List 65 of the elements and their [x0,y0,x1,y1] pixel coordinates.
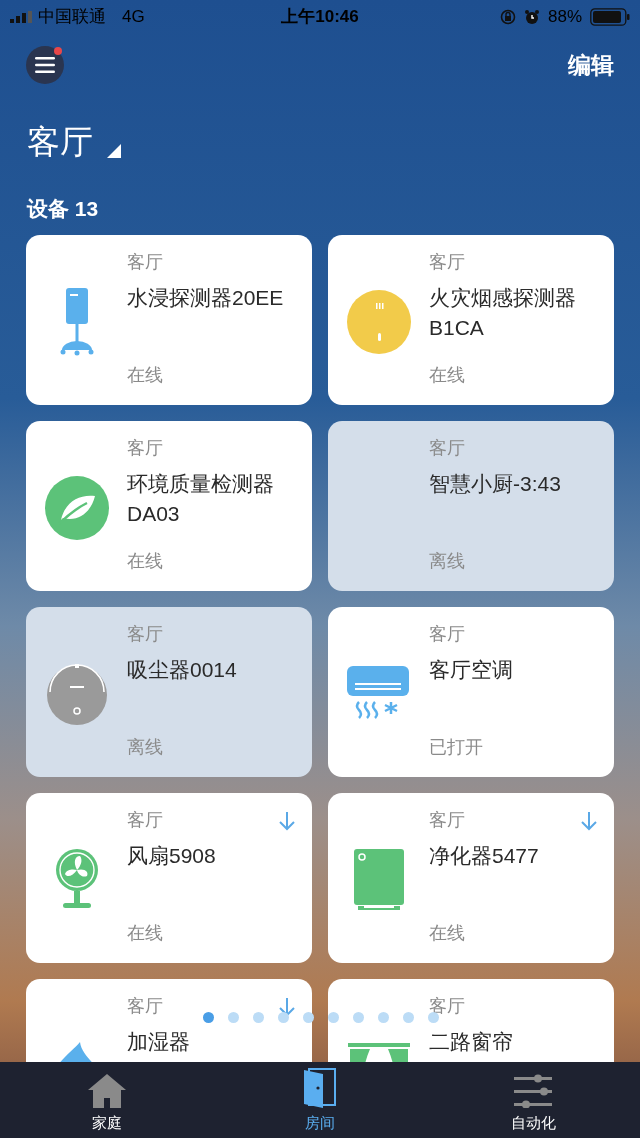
tab-button[interactable]: 房间 [213,1062,427,1138]
leaf-icon [44,476,109,540]
device-card[interactable]: 客厅 二路窗帘 [328,979,614,1062]
device-name: 智慧小厨-3:43 [429,471,562,497]
device-card[interactable]: 客厅 环境质量检测器DA03 在线 [26,421,312,591]
device-name: 加湿器 [127,1029,191,1055]
edit-button[interactable]: 编辑 [568,47,614,83]
room-label: 客厅 [429,437,465,460]
room-label: 客厅 [127,995,163,1018]
home-icon [87,1074,126,1108]
device-count-heading: 设备 13 [27,196,99,223]
room-label: 客厅 [127,251,163,274]
device-name: 吸尘器0014 [127,657,238,683]
download-arrow-icon[interactable] [580,811,598,831]
rotation-lock-icon [499,9,516,25]
download-arrow-icon[interactable] [278,997,296,1017]
device-card[interactable]: 客厅 吸尘器0014 离线 [26,607,312,777]
battery-percent: 88% [547,6,582,29]
robot-vacuum-icon [45,662,108,726]
tab-button[interactable]: 自动化 [426,1062,640,1138]
device-status: 在线 [429,364,465,387]
device-name: 二路窗帘 [429,1029,514,1055]
device-name: 客厅空调 [429,657,514,683]
clock-time: 上午10:46 [281,6,359,29]
room-selector[interactable]: 客厅 [27,124,121,158]
room-label: 客厅 [429,995,465,1018]
room-label: 客厅 [127,437,163,460]
device-card[interactable]: 客厅 净化器5477 在线 [328,793,614,963]
alarm-icon [523,9,540,25]
battery-icon [590,8,630,26]
device-name: 火灾烟感探测器B1CA [429,285,577,341]
device-status: 在线 [127,922,163,945]
network-type: 4G [122,6,145,29]
device-status: 在线 [429,922,465,945]
device-name: 环境质量检测器DA03 [127,471,275,527]
room-label: 客厅 [429,251,465,274]
room-label: 客厅 [429,623,465,646]
device-card[interactable]: 客厅 火灾烟感探测器B1CA 在线 [328,235,614,405]
device-card[interactable]: 客厅 智慧小厨-3:43 离线 [328,421,614,591]
tab-button[interactable]: 家庭 [0,1062,214,1138]
device-card[interactable]: 客厅 风扇5908 在线 [26,793,312,963]
device-status: 离线 [127,736,163,759]
device-name: 水浸探测器20EE [127,285,285,311]
menu-icon [35,57,55,73]
device-name: 风扇5908 [127,843,217,869]
device-card[interactable]: 客厅 客厅空调 已打开 [328,607,614,777]
room-label: 客厅 [127,809,163,832]
smoke-sensor-icon [346,290,411,354]
device-card[interactable]: 客厅 加湿器 [26,979,312,1062]
device-status: 已打开 [429,736,483,759]
sliders-icon [514,1074,553,1108]
device-name: 净化器5477 [429,843,540,869]
device-status: 离线 [429,550,465,573]
device-status: 在线 [127,364,163,387]
device-card[interactable]: 客厅 水浸探测器20EE 在线 [26,235,312,405]
menu-button[interactable] [26,46,64,84]
room-label: 客厅 [429,809,465,832]
dropdown-triangle-icon [107,143,121,158]
room-label: 客厅 [127,623,163,646]
signal-icon [10,11,32,23]
air-purifier-icon [353,849,404,911]
door-icon [303,1068,337,1108]
carrier-name: 中国联通 [38,6,106,29]
download-arrow-icon[interactable] [278,811,296,831]
device-status: 在线 [127,550,163,573]
